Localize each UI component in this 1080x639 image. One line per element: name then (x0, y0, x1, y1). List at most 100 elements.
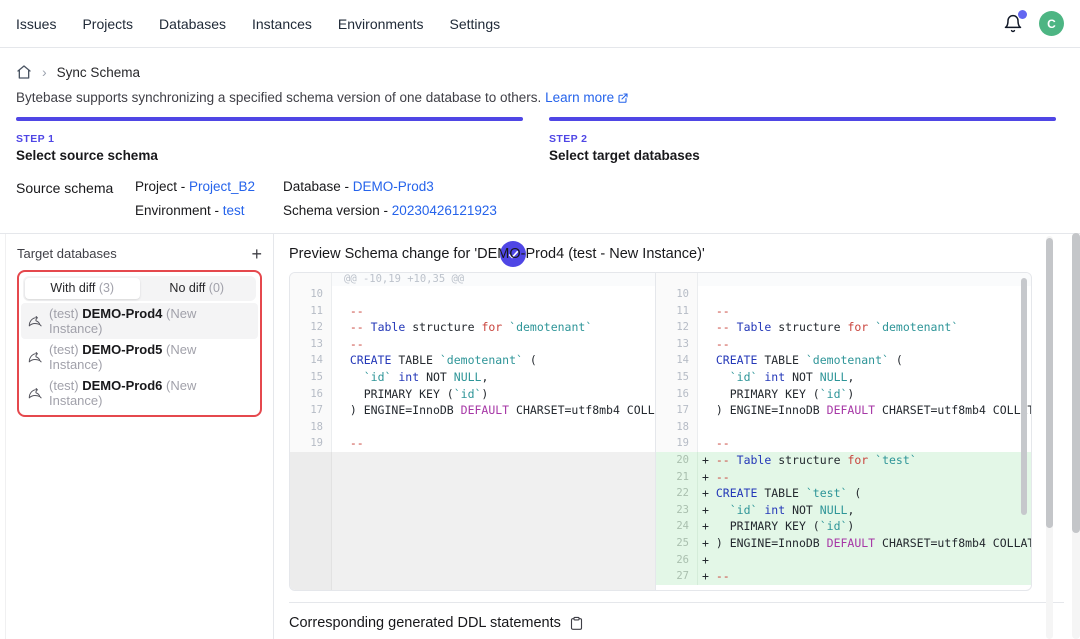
nav-item-environments[interactable]: Environments (338, 16, 424, 32)
db-item-text: (test) DEMO-Prod5 (New Instance) (49, 342, 251, 372)
preview-panel: Preview Schema change for 'DEMO-Prod4 (t… (274, 234, 1080, 639)
intro-description: Bytebase supports synchronizing a specif… (16, 90, 541, 105)
clipboard-icon[interactable] (569, 615, 584, 631)
diff-line: 25+ ) ENGINE=InnoDB DEFAULT CHARSET=utf8… (656, 535, 1031, 552)
mysql-icon (28, 387, 43, 400)
breadcrumb-page-title: Sync Schema (57, 65, 140, 80)
nav-items: Issues Projects Databases Instances Envi… (16, 16, 500, 32)
target-database-item-demo-prod5[interactable]: (test) DEMO-Prod5 (New Instance) (21, 339, 258, 375)
nav-item-instances[interactable]: Instances (252, 16, 312, 32)
ddl-title: Corresponding generated DDL statements (289, 615, 561, 631)
field-project: Project - Project_B2 (135, 179, 283, 194)
tab-no-diff-label: No diff (169, 281, 208, 295)
external-link-icon[interactable] (617, 92, 629, 104)
nav-item-projects[interactable]: Projects (82, 16, 133, 32)
source-schema-label: Source schema (16, 179, 135, 218)
field-schema-version: Schema version - 20230426121923 (283, 203, 497, 218)
field-environment: Environment - test (135, 203, 283, 218)
add-target-database-button[interactable]: + (251, 247, 262, 261)
step-1-title: Select source schema (16, 148, 523, 163)
diff-line: 12 -- Table structure for `demotenant` (656, 319, 1031, 336)
step-2-label: STEP 2 (549, 133, 1056, 145)
notifications-button[interactable] (1003, 13, 1023, 35)
chevron-right-icon: › (42, 65, 47, 79)
environment-link[interactable]: test (223, 203, 245, 218)
home-icon[interactable] (16, 64, 32, 80)
field-database: Database - DEMO-Prod3 (283, 179, 497, 194)
diff-scrollbar[interactable] (1021, 278, 1027, 515)
db-env: (test) (49, 378, 82, 393)
notification-dot (1018, 10, 1027, 19)
diff-pane-target: 10 11 --12 -- Table structure for `demot… (656, 273, 1031, 590)
diff-hunk-header: @@ -10,19 +10,35 @@ (290, 273, 655, 286)
diff-hunk-header-text: @@ -10,19 +10,35 @@ (332, 273, 655, 286)
diff-line: 14 CREATE TABLE `demotenant` ( (656, 352, 1031, 369)
tab-with-diff-label: With diff (50, 281, 98, 295)
target-databases-title: Target databases (17, 246, 117, 261)
db-name: DEMO-Prod5 (82, 342, 162, 357)
target-databases-panel: Target databases + With diff (3) No diff… (5, 234, 274, 639)
diff-line: 13 -- (290, 336, 655, 353)
top-nav: Issues Projects Databases Instances Envi… (0, 0, 1080, 48)
diff-line: 18 (656, 419, 1031, 436)
tab-with-diff[interactable]: With diff (3) (25, 278, 140, 299)
diff-line: 13 -- (656, 336, 1031, 353)
avatar[interactable]: C (1039, 11, 1064, 36)
diff-line: 22+ CREATE TABLE `test` ( (656, 485, 1031, 502)
diff-pane-source: @@ -10,19 +10,35 @@ 10 11 --12 -- Table … (290, 273, 656, 590)
diff-line: 10 (290, 286, 655, 303)
tab-with-diff-count: (3) (99, 281, 114, 295)
diff-line: 16 PRIMARY KEY (`id`) (290, 386, 655, 403)
diff-line: 23+ `id` int NOT NULL, (656, 502, 1031, 519)
target-database-item-demo-prod4[interactable]: (test) DEMO-Prod4 (New Instance) (21, 303, 258, 339)
nav-item-databases[interactable]: Databases (159, 16, 226, 32)
diff-source-filler (290, 452, 655, 590)
step-1: STEP 1 Select source schema (16, 117, 523, 163)
db-name: DEMO-Prod6 (82, 378, 162, 393)
field-schema-version-name: Schema version - (283, 203, 392, 218)
db-item-text: (test) DEMO-Prod4 (New Instance) (49, 306, 251, 336)
target-section: Target databases + With diff (3) No diff… (0, 233, 1080, 639)
database-link[interactable]: DEMO-Prod3 (353, 179, 434, 194)
learn-more-link[interactable]: Learn more (545, 90, 614, 105)
diff-line: 14 CREATE TABLE `demotenant` ( (290, 352, 655, 369)
diff-line: 11 -- (656, 303, 1031, 320)
diff-line: 27+ -- (656, 568, 1031, 585)
nav-item-issues[interactable]: Issues (16, 16, 56, 32)
diff-line: 21+ -- (656, 469, 1031, 486)
target-database-item-demo-prod6[interactable]: (test) DEMO-Prod6 (New Instance) (21, 375, 258, 411)
schema-version-link[interactable]: 20230426121923 (392, 203, 497, 218)
tab-no-diff[interactable]: No diff (0) (140, 278, 255, 299)
ddl-header: Corresponding generated DDL statements (289, 603, 1080, 631)
step-1-bar (16, 117, 523, 121)
schema-diff-viewer: @@ -10,19 +10,35 @@ 10 11 --12 -- Table … (289, 272, 1032, 591)
db-env: (test) (49, 342, 82, 357)
nav-right: C (1003, 11, 1064, 36)
step-2-title: Select target databases (549, 148, 1056, 163)
db-name: DEMO-Prod4 (82, 306, 162, 321)
diff-line: 10 (656, 286, 1031, 303)
db-item-text: (test) DEMO-Prod6 (New Instance) (49, 378, 251, 408)
breadcrumb: › Sync Schema (0, 48, 1080, 80)
stepper: STEP 1 Select source schema STEP 2 Selec… (0, 105, 1080, 163)
field-database-name: Database - (283, 179, 353, 194)
diff-line: 17 ) ENGINE=InnoDB DEFAULT CHARSET=utf8m… (290, 402, 655, 419)
diff-line: 19 -- (290, 435, 655, 452)
diff-line: 15 `id` int NOT NULL, (656, 369, 1031, 386)
diff-line: 20+ -- Table structure for `test` (656, 452, 1031, 469)
diff-line: 18 (290, 419, 655, 436)
page-scrollbar[interactable] (1072, 233, 1080, 533)
field-project-name: Project - (135, 179, 189, 194)
source-schema-fields: Project - Project_B2 Database - DEMO-Pro… (135, 179, 497, 218)
preview-scrollbar[interactable] (1046, 238, 1053, 528)
diff-target-lines: 10 11 --12 -- Table structure for `demot… (656, 286, 1031, 585)
diff-line: 11 -- (290, 303, 655, 320)
diff-line: 26+ (656, 552, 1031, 569)
nav-item-settings[interactable]: Settings (450, 16, 501, 32)
db-env: (test) (49, 306, 82, 321)
intro-text: Bytebase supports synchronizing a specif… (0, 80, 1080, 105)
diff-hunk-header-empty (656, 273, 1031, 286)
project-link[interactable]: Project_B2 (189, 179, 255, 194)
diff-source-lines: 10 11 --12 -- Table structure for `demot… (290, 286, 655, 452)
sync-schema-page: Issues Projects Databases Instances Envi… (0, 0, 1080, 639)
